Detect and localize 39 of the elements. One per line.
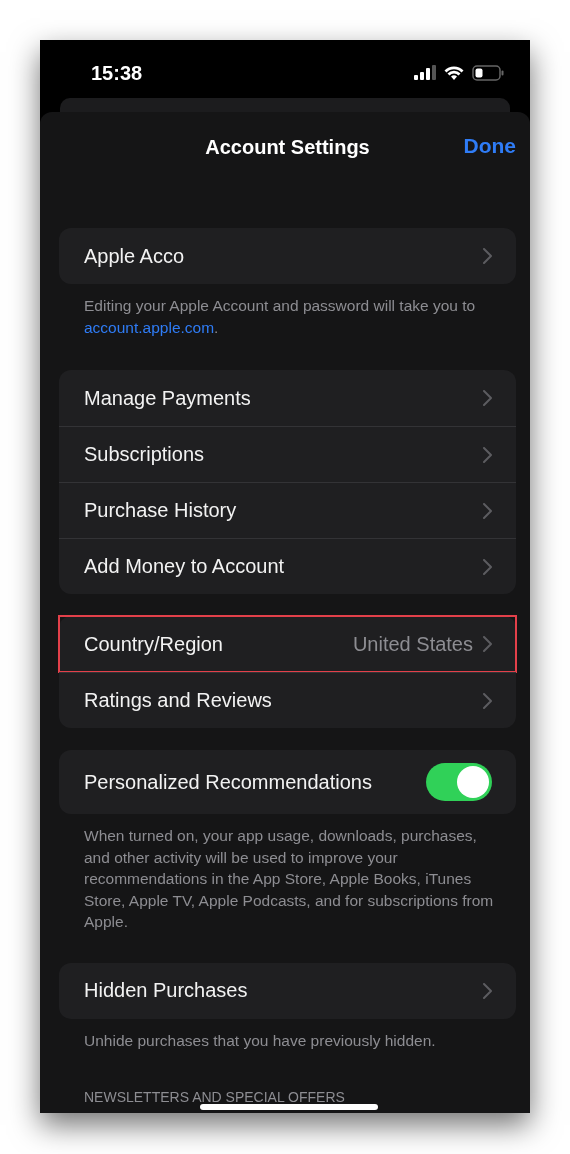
- row-value: United States: [352, 632, 473, 656]
- chevron-icon: [483, 248, 492, 264]
- row-label: Personalized Recommendations: [84, 770, 373, 794]
- settings-row[interactable]: Subscriptions: [59, 426, 516, 482]
- account-link[interactable]: account.apple.com: [84, 318, 215, 336]
- settings-row[interactable]: Country/Region United States: [59, 616, 516, 672]
- settings-row[interactable]: Ratings and Reviews: [59, 672, 516, 728]
- settings-row[interactable]: Personalized Recommendations: [59, 750, 516, 814]
- row-label: Subscriptions: [84, 443, 206, 466]
- signal-icon: [414, 65, 436, 81]
- footer-text: Unhide purchases that you have previously hidden.: [83, 1030, 437, 1051]
- settings-row[interactable]: Add Money to Account: [59, 538, 516, 594]
- footer-text: Editing your Apple Account and password will take you to account.apple.com.: [83, 296, 477, 338]
- chevron-icon: [483, 446, 492, 463]
- row-label: Manage Payments: [84, 386, 252, 410]
- chevron-icon: [483, 390, 492, 406]
- row-label: Purchase History: [84, 499, 238, 522]
- row-label: Country/Region: [84, 632, 224, 656]
- chevron-icon: [483, 558, 492, 575]
- row-label: Hidden Purchases: [84, 979, 249, 1002]
- row-label: Apple Acco: [84, 244, 186, 268]
- done-button[interactable]: Done: [463, 134, 516, 158]
- chevron-icon: [483, 502, 492, 519]
- sheet-title: Account Settings: [205, 135, 370, 159]
- row-label: Ratings and Reviews: [84, 689, 273, 712]
- chevron-icon: [483, 692, 492, 709]
- footer-text: When turned on, your app usage, downloads, purchases, and other activity will be used to improve your recommendations in the App Store, Apple Books, iTunes Store, Apple TV, Apple Podcasts, and for subscriptions from Apple.: [83, 826, 495, 932]
- wifi-icon: [444, 65, 464, 81]
- status-time: 15:38: [91, 61, 143, 85]
- settings-row[interactable]: Apple Acco: [59, 228, 516, 284]
- chevron-icon: [483, 636, 492, 652]
- battery-icon: [472, 65, 504, 81]
- row-label: Add Money to Account: [84, 555, 286, 578]
- settings-row[interactable]: Manage Payments: [59, 370, 516, 426]
- section-header: NEWSLETTERS AND SPECIAL OFFERS: [84, 1089, 346, 1105]
- chevron-icon: [483, 982, 492, 999]
- settings-row[interactable]: Hidden Purchases: [59, 962, 516, 1019]
- settings-row[interactable]: Purchase History: [59, 482, 516, 538]
- toggle-switch[interactable]: [426, 763, 492, 801]
